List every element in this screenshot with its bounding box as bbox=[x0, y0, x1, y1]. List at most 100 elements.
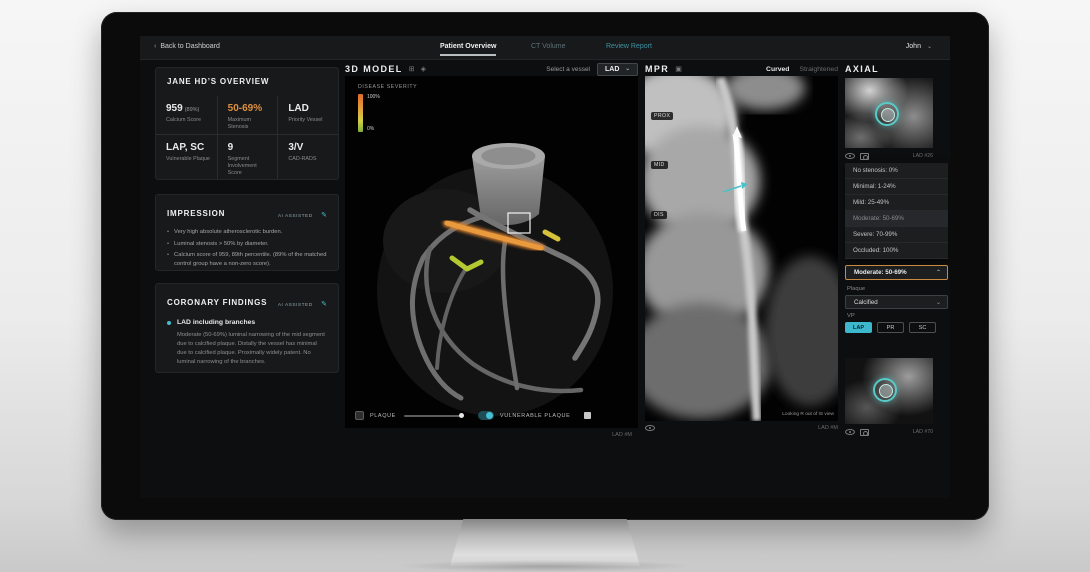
edit-icon[interactable]: ✎ bbox=[321, 212, 327, 219]
mode-straightened[interactable]: Straightened bbox=[799, 66, 838, 73]
severity-gradient-bar bbox=[358, 94, 363, 132]
stat-label: Segment Involvement Score bbox=[228, 156, 272, 178]
bullet-text: Luminal stenosis > 50% by diameter. bbox=[174, 240, 269, 249]
stenosis-option[interactable]: Minimal: 1-24% bbox=[845, 179, 948, 195]
fit-view-icon[interactable]: ⊞ bbox=[409, 65, 415, 73]
vulnerable-plaque-label: VULNERABLE PLAQUE bbox=[500, 413, 570, 419]
vessel-dropdown[interactable]: LAD ⌄ bbox=[597, 63, 638, 76]
plaque-checkbox-icon[interactable] bbox=[355, 411, 364, 420]
stat-value: LAD bbox=[288, 103, 332, 114]
stenosis-options-list: No stenosis: 0% Minimal: 1-24% Mild: 25-… bbox=[845, 163, 948, 259]
view-orientation-hint: Looking R out of IS view bbox=[782, 412, 834, 417]
overview-stats-grid: 959(89%) Calcium Score 50-69% Maximum St… bbox=[156, 96, 338, 173]
tab-review-report[interactable]: Review Report bbox=[606, 43, 652, 54]
monitor-bezel: ‹Back to Dashboard Patient Overview CT V… bbox=[101, 12, 989, 520]
model-panel: 3D MODEL ⊞ ◈ Select a vessel LAD ⌄ bbox=[345, 62, 638, 476]
chevron-down-icon: ⌄ bbox=[927, 44, 932, 50]
impression-bullet: • Luminal stenosis > 50% by diameter. bbox=[167, 240, 327, 249]
monitor-stand bbox=[450, 519, 640, 566]
vulnerable-plaque-swatch-icon[interactable] bbox=[584, 412, 591, 419]
stat-cad-rads: 3/V CAD-RADS bbox=[277, 134, 338, 180]
stat-value: 50-69% bbox=[228, 103, 272, 114]
mpr-ct-render bbox=[645, 76, 838, 421]
lumen-contour-icon bbox=[875, 102, 899, 126]
impression-bullets: • Very high absolute atherosclerotic bur… bbox=[156, 222, 338, 269]
marker-dis: DIS bbox=[651, 211, 667, 219]
vp-button-pr[interactable]: PR bbox=[877, 322, 904, 333]
vp-button-group: LAP PR SC bbox=[845, 322, 936, 333]
visibility-icon[interactable] bbox=[645, 425, 655, 431]
axial-panel: AXIAL LAD #26 No stenosis: 0% Minimal: 1… bbox=[845, 62, 948, 474]
bullet-icon: • bbox=[167, 240, 169, 249]
stat-label: CAD-RADS bbox=[288, 156, 332, 163]
stenosis-option[interactable]: Mild: 25-49% bbox=[845, 195, 948, 211]
user-name: John bbox=[906, 43, 921, 50]
ai-assisted-badge: AI ASSISTED bbox=[278, 214, 313, 219]
axial-bottom-label: LAD #70 bbox=[913, 429, 933, 435]
visibility-icon[interactable] bbox=[845, 153, 855, 159]
stat-value: LAP, SC bbox=[166, 142, 211, 153]
bullet-text: Calcium score of 959, 89th percentile. (… bbox=[174, 251, 327, 268]
stat-calcium-score: 959(89%) Calcium Score bbox=[156, 96, 217, 134]
stat-label: Maximum Stenosis bbox=[228, 117, 272, 132]
user-menu[interactable]: John ⌄ bbox=[906, 43, 932, 50]
edit-icon[interactable]: ✎ bbox=[321, 301, 327, 308]
stat-label: Calcium Score bbox=[166, 117, 211, 124]
legend-min: 0% bbox=[367, 126, 380, 132]
findings-title: CORONARY FINDINGS bbox=[167, 298, 267, 307]
stat-value: 9 bbox=[228, 142, 272, 153]
tab-patient-overview[interactable]: Patient Overview bbox=[440, 43, 496, 56]
toggle-knob bbox=[486, 412, 493, 419]
plaque-opacity-slider[interactable] bbox=[404, 415, 462, 417]
lumen-contour-icon bbox=[873, 378, 897, 402]
chevron-up-icon: ⌃ bbox=[936, 269, 941, 276]
mpr-panel-title: MPR bbox=[645, 64, 669, 74]
mpr-segment-label: LAD #M bbox=[818, 425, 838, 431]
monitor-stand-shadow bbox=[398, 560, 692, 572]
stenosis-dropdown[interactable]: Moderate: 50-69% ⌃ bbox=[845, 265, 948, 280]
app-screen: ‹Back to Dashboard Patient Overview CT V… bbox=[140, 36, 950, 498]
mpr-viewport[interactable]: PROX MID DIS Looking R out of IS view bbox=[645, 76, 838, 421]
bullet-text: Very high absolute atherosclerotic burde… bbox=[174, 228, 282, 237]
stat-segment-involvement: 9 Segment Involvement Score bbox=[217, 134, 278, 180]
plaque-toggle-label: PLAQUE bbox=[370, 413, 396, 419]
stenosis-option-selected[interactable]: Moderate: 50-69% bbox=[845, 211, 948, 227]
vp-button-lap[interactable]: LAP bbox=[845, 322, 872, 333]
mpr-panel: MPR ▣ Curved Straightened bbox=[645, 62, 838, 480]
marker-prox: PROX bbox=[651, 112, 673, 120]
finding-item-title: LAD including branches bbox=[177, 319, 255, 326]
axial-view-top[interactable] bbox=[845, 78, 933, 148]
mode-curved[interactable]: Curved bbox=[766, 66, 789, 73]
slider-knob[interactable] bbox=[459, 413, 464, 418]
axial-panel-title: AXIAL bbox=[845, 64, 879, 74]
vp-field-label: VP bbox=[847, 313, 855, 319]
orientation-icon[interactable]: ◈ bbox=[421, 65, 426, 73]
tab-ct-volume[interactable]: CT Volume bbox=[531, 43, 566, 54]
impression-bullet: • Calcium score of 959, 89th percentile.… bbox=[167, 251, 327, 268]
plaque-type-dropdown[interactable]: Calcified ⌄ bbox=[845, 295, 948, 309]
vessel-dot-icon bbox=[167, 321, 171, 325]
finding-item-body: Moderate (50-69%) luminal narrowing of t… bbox=[167, 331, 327, 367]
marker-mid: MID bbox=[651, 161, 668, 169]
back-to-dashboard-button[interactable]: ‹Back to Dashboard bbox=[154, 43, 220, 50]
stat-label: Vulnerable Plaque bbox=[166, 156, 211, 163]
vp-button-sc[interactable]: SC bbox=[909, 322, 936, 333]
snapshot-icon[interactable] bbox=[860, 429, 869, 436]
stat-value: 3/V bbox=[288, 142, 332, 153]
stenosis-option[interactable]: Severe: 70-99% bbox=[845, 227, 948, 243]
stat-label: Priority Vessel bbox=[288, 117, 332, 124]
plaque-field-label: Plaque bbox=[847, 286, 865, 292]
visibility-icon[interactable] bbox=[845, 429, 855, 435]
bullet-icon: • bbox=[167, 228, 169, 237]
vulnerable-plaque-toggle[interactable] bbox=[478, 411, 494, 420]
stenosis-option[interactable]: Occluded: 100% bbox=[845, 243, 948, 259]
axial-top-meta: LAD #26 bbox=[845, 151, 933, 161]
stat-priority-vessel: LAD Priority Vessel bbox=[277, 96, 338, 134]
stenosis-option[interactable]: No stenosis: 0% bbox=[845, 163, 948, 179]
model-3d-viewport[interactable]: DISEASE SEVERITY 100% 0% PLAQUE VULNERAB bbox=[345, 76, 638, 428]
snapshot-icon[interactable] bbox=[860, 153, 869, 160]
mpr-footer: LAD #M bbox=[645, 425, 838, 431]
layers-icon[interactable]: ▣ bbox=[675, 65, 682, 73]
finding-item-lad[interactable]: LAD including branches Moderate (50-69%)… bbox=[156, 311, 338, 367]
axial-view-bottom[interactable] bbox=[845, 358, 933, 424]
